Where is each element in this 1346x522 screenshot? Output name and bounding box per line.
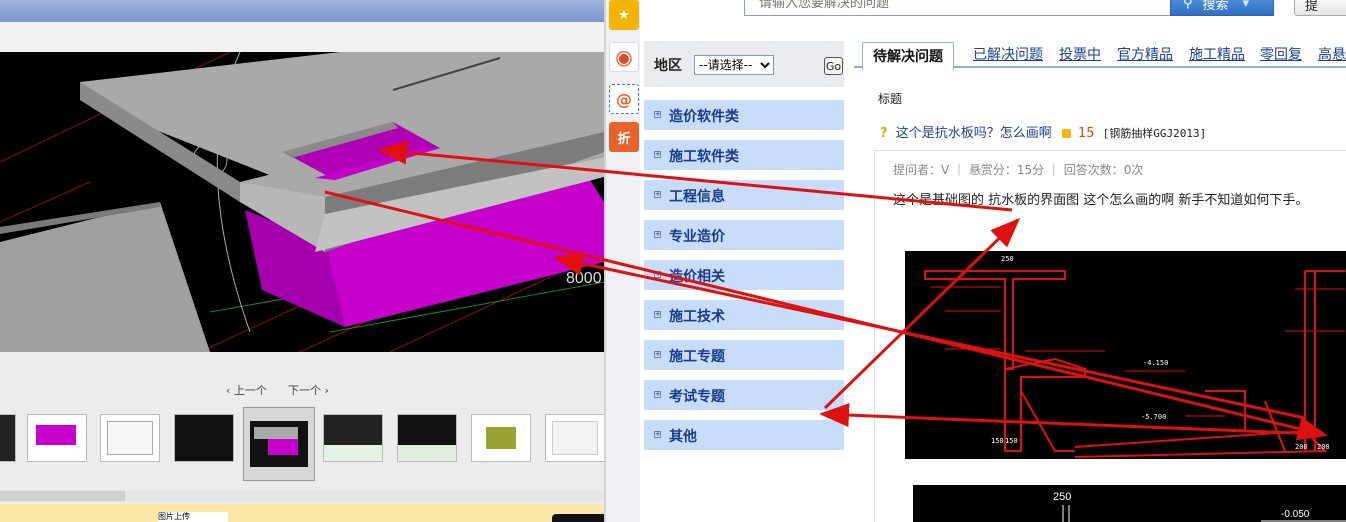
question-body: 这个是基础图的 抗水板的界面图 这个怎么画的啊 新手不知道如何下手。: [893, 193, 1309, 208]
dimension-label: 8000: [566, 270, 602, 287]
plus-icon: +: [654, 270, 661, 278]
email-at-icon[interactable]: @: [609, 84, 639, 114]
chevron-down-icon: ▾: [1242, 0, 1250, 11]
search-button[interactable]: ⚲ 搜索 ▾: [1170, 0, 1274, 16]
thumbnail-strip: [0, 402, 604, 484]
thumbnail[interactable]: [323, 414, 383, 462]
cad-drawing-image[interactable]: 250 -4.150 -5.700 150 150 200 200: [905, 251, 1346, 459]
category-label: 专业造价: [669, 229, 725, 245]
thumbnail[interactable]: [100, 414, 160, 462]
category-label: 造价软件类: [669, 109, 739, 125]
scrollbar-handle[interactable]: [0, 491, 125, 501]
question-detail: 提问者：V ｜ 悬赏分：15分 ｜ 回答次数：0次 这个是基础图的 抗水板的界面…: [874, 150, 1346, 522]
question-meta: 提问者：V ｜ 悬赏分：15分 ｜ 回答次数：0次: [893, 163, 1144, 177]
cad-label: -4.150: [1143, 359, 1168, 367]
cad-label: 250: [1001, 255, 1014, 263]
cad-label: 200: [1317, 443, 1330, 451]
category-label: 其他: [669, 429, 697, 445]
category-item[interactable]: + 施工软件类: [644, 140, 844, 170]
region-filter: 地区 --请选择-- Go: [644, 41, 844, 87]
share-sidebar: ★ ◉ @ 折: [604, 0, 640, 522]
cad-label: 150: [991, 437, 1004, 445]
plus-icon: +: [654, 150, 661, 158]
category-item[interactable]: + 专业造价: [644, 220, 844, 250]
plus-icon: +: [654, 310, 661, 318]
favorite-star-icon[interactable]: ★: [609, 0, 639, 30]
category-item[interactable]: + 其他: [644, 420, 844, 450]
category-item[interactable]: + 施工技术: [644, 300, 844, 330]
tab-voting[interactable]: 投票中: [1059, 44, 1101, 64]
search-button-label: 搜索: [1202, 0, 1229, 13]
cad-label: -5.700: [1141, 413, 1166, 421]
image-viewer: 8000 ‹ 上一个 下一个 › 图片上传: [0, 0, 604, 522]
coin-icon: [1061, 129, 1071, 138]
cad-section-drawing: 250 -4.150 -5.700 150 150 200 200: [924, 255, 1345, 458]
cad-section-drawing-2: 250 -0.050: [1053, 491, 1346, 522]
viewer-footer: [0, 504, 604, 522]
footer-dark-block: [552, 514, 604, 522]
cad-drawing-image-2[interactable]: 250 -0.050: [913, 485, 1346, 522]
viewer-toolbar: [0, 22, 604, 52]
tab-unsolved[interactable]: 待解决问题: [862, 42, 954, 70]
category-item[interactable]: + 造价相关: [644, 260, 844, 290]
thumbnail-scrollbar[interactable]: [0, 490, 604, 502]
search-box[interactable]: [744, 0, 1172, 16]
footer-label: 图片上传: [158, 512, 228, 522]
region-select[interactable]: --请选择--: [694, 55, 774, 75]
question-reward: 15: [1077, 126, 1095, 141]
tab-official-best[interactable]: 官方精品: [1117, 44, 1173, 64]
3d-model-render: 8000: [0, 52, 604, 352]
category-label: 施工软件类: [669, 149, 739, 165]
category-label: 造价相关: [669, 269, 725, 285]
thumbnail-selected[interactable]: [243, 407, 315, 481]
thumbnail[interactable]: [174, 414, 234, 462]
viewer-navigation: ‹ 上一个 下一个 ›: [0, 378, 604, 400]
thumbnail[interactable]: [545, 414, 604, 462]
discount-icon[interactable]: 折: [609, 122, 639, 152]
thumbnail[interactable]: [0, 414, 16, 462]
weibo-icon[interactable]: ◉: [609, 42, 639, 72]
previous-image-link[interactable]: ‹ 上一个: [226, 382, 267, 398]
plus-icon: +: [654, 430, 661, 438]
tab-high-reward[interactable]: 高悬: [1318, 44, 1346, 64]
ask-question-button[interactable]: 提: [1294, 0, 1346, 16]
search-input[interactable]: [745, 0, 1165, 15]
thumbnail[interactable]: [471, 414, 531, 462]
thumbnail[interactable]: [397, 414, 457, 462]
category-label: 工程信息: [669, 189, 725, 205]
category-label: 施工专题: [669, 349, 725, 365]
plus-icon: +: [654, 110, 661, 118]
plus-icon: +: [654, 390, 661, 398]
plus-icon: +: [654, 230, 661, 238]
viewer-main-image: 8000: [0, 52, 604, 352]
search-icon: ⚲: [1183, 0, 1193, 11]
category-item[interactable]: + 造价软件类: [644, 100, 844, 130]
cad-label: -0.050: [1281, 509, 1310, 520]
category-label: 施工技术: [669, 309, 725, 325]
question-mark-icon: ?: [880, 126, 888, 141]
tab-solved[interactable]: 已解决问题: [973, 44, 1043, 64]
cad-label: 250: [1053, 491, 1071, 503]
viewer-title-bar: [0, 0, 604, 22]
region-label: 地区: [654, 58, 682, 74]
list-column-title: 标题: [878, 92, 903, 106]
category-item[interactable]: + 工程信息: [644, 180, 844, 210]
question-title-link[interactable]: 这个是抗水板吗？怎么画啊: [896, 126, 1052, 141]
plus-icon: +: [654, 350, 661, 358]
category-item[interactable]: + 考试专题: [644, 380, 844, 410]
category-item[interactable]: + 施工专题: [644, 340, 844, 370]
tab-zero-replies[interactable]: 零回复: [1260, 44, 1302, 64]
category-label: 考试专题: [669, 389, 725, 405]
cad-label: 150: [1005, 437, 1018, 445]
region-go-button[interactable]: Go: [824, 57, 843, 75]
plus-icon: +: [654, 190, 661, 198]
thumbnail[interactable]: [27, 414, 87, 462]
qa-webpage: ★ ◉ @ 折 ⚲ 搜索 ▾ 提 地区 --请选择-- Go + 造价软件类 + 施…: [604, 0, 1346, 522]
next-image-link[interactable]: 下一个 ›: [288, 382, 329, 398]
question-tabs: 待解决问题 已解决问题 投票中 官方精品 施工精品 零回复 高悬: [854, 38, 1346, 70]
tab-construction-best[interactable]: 施工精品: [1189, 44, 1245, 64]
question-category-tag: [钢筋抽样GGJ2013]: [1102, 127, 1207, 140]
question-row: ? 这个是抗水板吗？怎么画啊 15 [钢筋抽样GGJ2013]: [880, 122, 1206, 141]
cad-label: 200: [1295, 443, 1308, 451]
